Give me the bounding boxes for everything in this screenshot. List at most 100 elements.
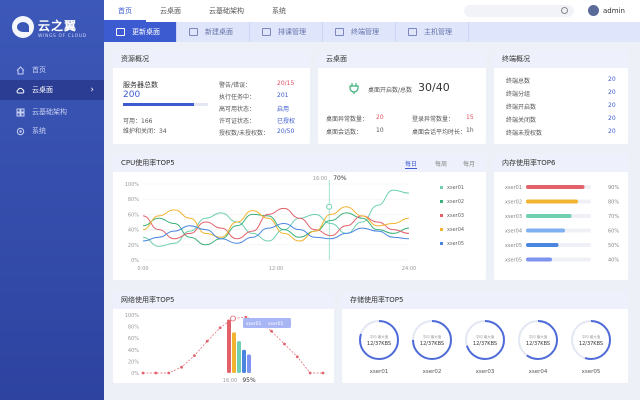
top-tab-infrastructure[interactable]: 云基础架构	[195, 0, 258, 22]
bar-xser05	[526, 257, 552, 262]
calendar-icon	[262, 28, 271, 36]
status-label: 授权数/未授权数：	[219, 130, 270, 137]
card-title: 存储使用率TOP5	[342, 291, 628, 309]
ring-inner-value: 12/37KBS	[420, 341, 444, 347]
legend-swatch	[440, 228, 443, 231]
status-label: 许可证状态：	[219, 118, 256, 125]
sub-navigation: 更新桌面 新建桌面 排课管理 终端管理 主机管理	[104, 22, 640, 42]
bar-category-label: xser04	[505, 229, 522, 235]
brand-name: 云之翼	[38, 19, 78, 33]
terminal-value: 20	[608, 115, 616, 122]
ring-name: xser01	[370, 369, 389, 375]
top-tab-home[interactable]: 首页	[104, 0, 146, 22]
sidebar: 云之翼 WINGS OF CLOUD 首页 云桌面 › 云基础架构 系统	[0, 0, 104, 400]
sidebar-item-label: 首页	[32, 66, 46, 74]
bar-xser04	[526, 228, 565, 233]
stat-label: 桌面异常数量：	[326, 116, 369, 123]
card-title: 资源概况	[113, 50, 310, 68]
maintenance-count: 维护和关闭：34	[123, 128, 167, 135]
top-navigation: 首页 云桌面 云基础架构 系统 admin	[104, 0, 640, 22]
legend-swatch	[440, 200, 443, 203]
y-tick-label: 80%	[128, 325, 139, 331]
resource-overview-card: 资源概况 服务器总数 200 可用：166 维护和关闭：34 警告/错误： 20/…	[113, 50, 310, 144]
bar-4	[247, 354, 251, 373]
trend-point	[321, 371, 325, 375]
tooltip-time: 16:00	[313, 176, 327, 182]
avatar	[588, 5, 599, 16]
status-value: 201	[277, 92, 289, 99]
sidebar-item-infrastructure[interactable]: 云基础架构	[0, 102, 104, 122]
bar-3	[242, 349, 246, 373]
memory-usage-card: 内存使用率TOP6 xser01 90% xser02 80% xser03 70% xse…	[494, 154, 628, 280]
terminal-label: 终端关闭数	[506, 117, 537, 124]
top-tab-cloud-desktop[interactable]: 云桌面	[146, 0, 195, 22]
trend-point	[205, 339, 209, 343]
top-tab-system[interactable]: 系统	[258, 0, 300, 22]
trend-point	[167, 371, 171, 375]
tab-terminal[interactable]: 终端管理	[323, 22, 396, 42]
legend-swatch	[440, 186, 443, 189]
server-icon	[408, 28, 417, 36]
card-title: 终端概况	[494, 50, 628, 68]
stat-label: 桌面会话数：	[326, 129, 363, 136]
search-input[interactable]	[464, 5, 574, 17]
legend-label: xser01	[447, 185, 464, 191]
y-tick-label: 0%	[131, 371, 139, 377]
tab-update-desktop[interactable]: 更新桌面	[104, 22, 177, 42]
storage-usage-card: 存储使用率TOP5 平均 最大值 12/37KBS xser01 平均 最大值 12/3…	[342, 291, 628, 383]
ring-inner-value: 12/37KBS	[526, 341, 550, 347]
sidebar-item-label: 系统	[32, 127, 46, 135]
terminal-label: 终端开启数	[506, 104, 537, 111]
bar-category-label: xser01	[505, 185, 522, 191]
server-total-label: 服务器总数	[123, 81, 158, 89]
legend-label: xser04	[447, 227, 464, 233]
tab-monthly[interactable]: 每月	[463, 159, 475, 168]
y-tick-label: 100%	[125, 182, 140, 188]
trend-point	[270, 329, 273, 333]
tooltip-label: xser01	[268, 321, 283, 327]
stat-label: 桌面会话平均时长：	[412, 129, 467, 136]
sidebar-item-system[interactable]: 系统	[0, 121, 104, 141]
desktop-icon	[116, 28, 125, 36]
tab-weekly[interactable]: 每周	[435, 159, 447, 168]
ring-name: xser02	[423, 369, 442, 375]
network-usage-card: 网络使用率TOP5 0% 20% 40% 60% 80% 100% xser01 xser01…	[113, 291, 334, 383]
terminal-overview-card: 终端概况 终端总数 20 终端分组 20 终端开启数 20 终端关闭数 20 终端未授权…	[494, 50, 628, 144]
legend-swatch	[440, 214, 443, 217]
bar-category-label: xser05	[505, 243, 522, 249]
y-tick-label: 40%	[128, 348, 139, 354]
bar-0	[227, 319, 231, 373]
bar-category-label: xser03	[505, 214, 522, 220]
user-menu[interactable]: admin	[588, 5, 625, 16]
y-tick-label: 60%	[128, 336, 139, 342]
tab-host[interactable]: 主机管理	[396, 22, 469, 42]
ring-inner-label: 平均 最大值	[370, 334, 389, 339]
cloud-icon	[16, 86, 25, 95]
home-icon	[16, 65, 25, 75]
stat-value: 10	[376, 127, 384, 134]
bar-category-label: xser02	[505, 200, 522, 206]
status-label: 高可用状态：	[219, 106, 256, 113]
search-icon[interactable]	[561, 7, 568, 14]
tab-schedule[interactable]: 排课管理	[250, 22, 323, 42]
bar-value-label: 50%	[608, 243, 619, 249]
desktop-icon	[189, 28, 198, 36]
legend-label: xser05	[447, 241, 464, 247]
status-value: 启用	[277, 106, 290, 113]
tooltip-value: 70%	[333, 175, 347, 182]
x-tick-label: 0:00	[137, 266, 148, 272]
grid-icon	[16, 108, 25, 117]
y-tick-label: 80%	[128, 197, 139, 203]
storage-ring-chart: 平均 最大值 12/37KBS xser01 平均 最大值 12/37KBS xser02…	[359, 320, 611, 375]
highlight-point	[230, 315, 236, 322]
status-value: 20/50	[277, 128, 295, 135]
tab-daily[interactable]: 每日	[405, 159, 418, 169]
tab-new-desktop[interactable]: 新建桌面	[177, 22, 250, 42]
ring-name: xser03	[476, 369, 495, 375]
sidebar-item-cloud-desktop[interactable]: 云桌面 ›	[0, 80, 104, 100]
ring-inner-label: 平均 最大值	[529, 334, 548, 339]
terminal-label: 终端分组	[506, 91, 531, 98]
sidebar-item-home[interactable]: 首页	[0, 60, 104, 80]
bar-value-label: 90%	[608, 185, 619, 191]
x-tick-label: 12:00	[269, 266, 283, 272]
